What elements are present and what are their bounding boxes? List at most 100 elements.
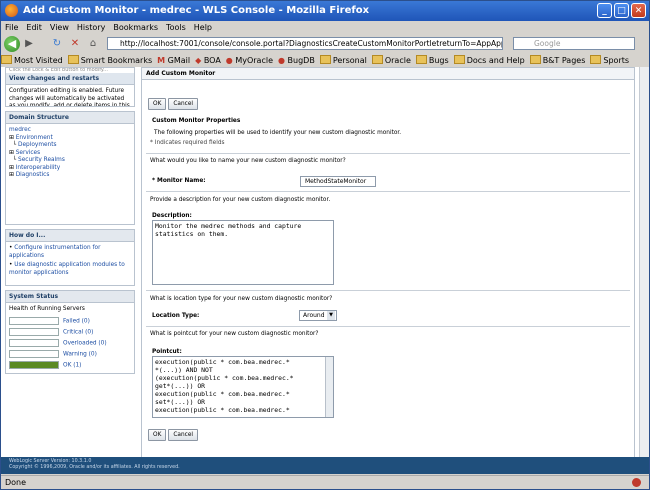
menu-history[interactable]: History <box>73 21 109 32</box>
status-bar <box>9 338 59 347</box>
page-scrollbar[interactable] <box>639 67 649 457</box>
question-pointcut: What is pointcut for your new custom dia… <box>150 331 319 337</box>
folder-icon <box>453 55 465 64</box>
pointcut-label: Pointcut: <box>152 349 182 355</box>
bookmark-item[interactable]: ● MyOracle <box>226 54 273 65</box>
ok-button[interactable]: OK <box>148 429 167 441</box>
stop-button[interactable]: ✕ <box>69 38 81 50</box>
bookmark-item[interactable]: ◆ BOA <box>195 54 221 65</box>
section-description: The following properties will be used to… <box>154 130 402 136</box>
question-name: What would you like to name your new cus… <box>150 158 346 164</box>
reload-button[interactable]: ↻ <box>51 38 63 50</box>
question-location: What is location type for your new custo… <box>150 296 333 302</box>
page-footer: WebLogic Server Version: 10.3.1.0 Copyri… <box>1 457 649 474</box>
menu-tools[interactable]: Tools <box>162 21 190 32</box>
boa-icon: ◆ <box>195 56 202 65</box>
tree-item-environment[interactable]: Environment <box>16 135 53 141</box>
browser-window: Add Custom Monitor - medrec - WLS Consol… <box>0 0 650 490</box>
folder-icon <box>590 55 602 64</box>
how-do-i-title: How do I... <box>6 230 134 242</box>
search-input[interactable]: Google <box>513 37 635 50</box>
textarea-scrollbar[interactable] <box>325 357 333 417</box>
status-bar <box>9 349 59 358</box>
status-bar <box>9 360 59 369</box>
menu-view[interactable]: View <box>46 21 73 32</box>
status-bar: Done <box>1 475 649 490</box>
title-bar: Add Custom Monitor - medrec - WLS Consol… <box>1 1 649 21</box>
monitor-name-input[interactable]: MethodStateMonitor <box>300 176 376 187</box>
firefox-logo-icon <box>5 4 18 17</box>
how-do-i-panel: How do I... • Configure instrumentation … <box>5 229 135 286</box>
location-type-select[interactable]: Around ▼ <box>299 310 337 321</box>
menu-help[interactable]: Help <box>190 21 216 32</box>
form-header: Add Custom Monitor <box>142 68 634 80</box>
tree-item-deployments[interactable]: Deployments <box>18 142 56 148</box>
view-changes-link[interactable]: View changes and restarts <box>6 73 134 85</box>
oracle-icon: ● <box>278 56 285 65</box>
location-type-label: Location Type: <box>152 313 200 319</box>
cancel-button[interactable]: Cancel <box>168 429 199 441</box>
bookmark-item[interactable]: B&T Pages <box>529 53 585 65</box>
left-column: Click the Lock & Edit button to modify..… <box>5 67 135 462</box>
status-row: Failed (0) <box>9 316 131 326</box>
status-row: Overloaded (0) <box>9 338 131 348</box>
cancel-button[interactable]: Cancel <box>168 98 199 110</box>
close-button[interactable]: ✕ <box>631 3 646 18</box>
folder-icon <box>371 55 383 64</box>
monitor-name-label: * Monitor Name: <box>152 178 206 184</box>
folder-icon <box>529 55 541 64</box>
required-note: * Indicates required fields <box>150 140 225 146</box>
bookmark-item[interactable]: Sports <box>590 53 629 65</box>
tree-item-diagnostics[interactable]: Diagnostics <box>16 172 50 178</box>
status-row: Warning (0) <box>9 349 131 359</box>
maximize-button[interactable]: □ <box>614 3 629 18</box>
address-bar[interactable]: http://localhost:7001/console/console.po… <box>107 37 503 50</box>
menu-edit[interactable]: Edit <box>22 21 46 32</box>
bookmark-item[interactable]: Docs and Help <box>453 53 525 65</box>
pointcut-textarea[interactable]: execution(public * com.bea.medrec.* *(..… <box>152 356 334 418</box>
window-title: Add Custom Monitor - medrec - WLS Consol… <box>23 5 370 16</box>
system-status-panel: System Status Health of Running Servers … <box>5 290 135 374</box>
status-row: Critical (0) <box>9 327 131 337</box>
system-status-title: System Status <box>6 291 134 303</box>
status-bar <box>9 316 59 325</box>
oracle-icon: ● <box>225 56 233 65</box>
bookmark-item[interactable]: Smart Bookmarks <box>67 53 152 65</box>
tree-item-security-realms[interactable]: Security Realms <box>18 157 65 163</box>
status-text: Done <box>5 478 27 487</box>
menu-file[interactable]: File <box>1 21 22 32</box>
forward-button[interactable]: ▶ <box>23 38 35 50</box>
minimize-button[interactable]: _ <box>597 3 612 18</box>
status-indicator-icon <box>632 478 641 487</box>
domain-structure-title: Domain Structure <box>6 112 134 124</box>
back-button[interactable]: ◀ <box>4 36 20 52</box>
howdoi-link[interactable]: Use diagnostic application modules to mo… <box>9 262 125 276</box>
change-center-text: Configuration editing is enabled. Future… <box>9 88 130 107</box>
menu-bar: File Edit View History Bookmarks Tools Help <box>1 21 649 35</box>
bookmark-item[interactable]: Oracle <box>371 53 411 65</box>
description-textarea[interactable]: Monitor the medrec methods and capture s… <box>152 220 334 285</box>
add-custom-monitor-form: Add Custom Monitor OK Cancel Custom Monit… <box>141 67 635 462</box>
bookmark-item[interactable]: Bugs <box>415 53 449 65</box>
folder-icon <box>67 55 79 64</box>
howdoi-link[interactable]: Configure instrumentation for applicatio… <box>9 245 100 259</box>
question-description: Provide a description for your new custo… <box>150 197 331 203</box>
folder-icon <box>415 55 427 64</box>
change-center-panel: Click the Lock & Edit button to modify..… <box>5 67 135 107</box>
bookmark-item[interactable]: Most Visited <box>1 53 63 65</box>
status-bar <box>9 327 59 336</box>
bookmark-item[interactable]: Personal <box>319 53 367 65</box>
bookmarks-toolbar: Most Visited Smart Bookmarks M GMail ◆ BOA ●… <box>1 53 649 67</box>
tree-item-services[interactable]: Services <box>16 150 40 156</box>
tree-root-medrec[interactable]: medrec <box>9 127 131 135</box>
navigation-toolbar: ◀ ▶ ↻ ✕ ⌂ http://localhost:7001/console/… <box>1 35 649 53</box>
ok-button[interactable]: OK <box>148 98 167 110</box>
bookmark-item[interactable]: M GMail <box>157 54 190 65</box>
gmail-icon: M <box>157 56 166 65</box>
menu-bookmarks[interactable]: Bookmarks <box>109 21 162 32</box>
description-label: Description: <box>152 213 192 219</box>
bookmark-item[interactable]: ● BugDB <box>278 54 315 65</box>
home-button[interactable]: ⌂ <box>87 38 99 50</box>
system-status-subtitle: Health of Running Servers <box>9 306 85 312</box>
tree-item-interoperability[interactable]: Interoperability <box>16 165 60 171</box>
